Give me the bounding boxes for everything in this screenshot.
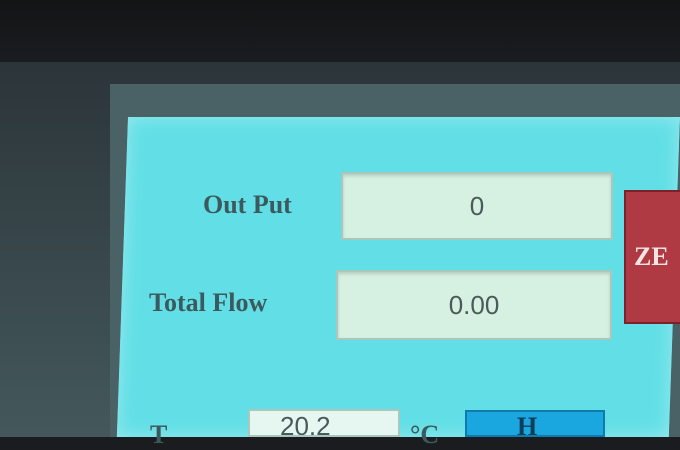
temperature-unit: °C	[410, 420, 440, 449]
output-label: Out Put	[203, 190, 292, 219]
total-flow-label: Total Flow	[149, 288, 268, 317]
heat-button-label: H	[517, 412, 538, 437]
heat-button[interactable]: H	[465, 410, 605, 437]
zero-button[interactable]: ZE	[624, 190, 680, 324]
bottom-row-label: T	[150, 420, 168, 449]
total-flow-value-field[interactable]: 0.00	[336, 270, 612, 340]
zero-button-label: ZE	[634, 242, 669, 271]
output-value-field[interactable]: 0	[341, 172, 613, 240]
temperature-value: 20.2	[280, 411, 331, 437]
temperature-field[interactable]: 20.2	[248, 409, 400, 437]
dark-background-top	[0, 0, 680, 70]
